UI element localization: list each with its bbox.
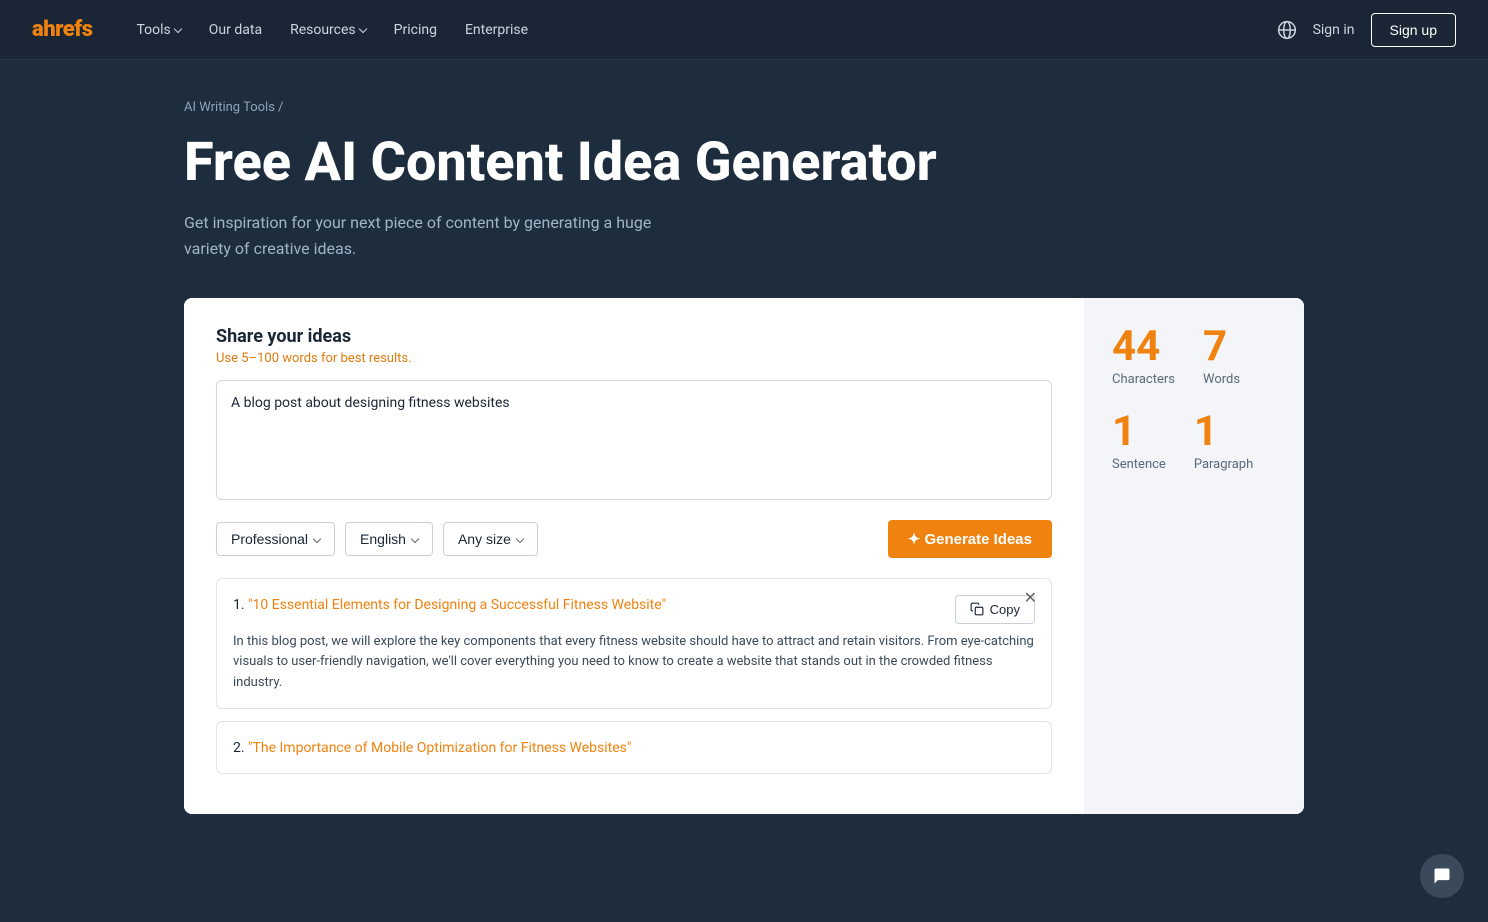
logo-text: hrefs [43,17,92,42]
logo-highlight: a [32,17,43,42]
nav-enterprise[interactable]: Enterprise [453,14,540,46]
sentences-value: 1 [1112,411,1166,453]
result-title-link[interactable]: "10 Essential Elements for Designing a S… [248,597,666,613]
breadcrumb: AI Writing Tools / [184,100,1304,115]
sign-up-button[interactable]: Sign up [1371,13,1456,47]
chat-bubble[interactable] [1420,854,1464,898]
result-title: 2. "The Importance of Mobile Optimizatio… [233,738,1035,759]
logo[interactable]: ahrefs [32,17,93,42]
nav-resources[interactable]: Resources [278,14,378,46]
result-title-link[interactable]: "The Importance of Mobile Optimization f… [248,740,631,756]
share-hint: Use 5–100 words for best results. [216,351,1052,366]
language-label: English [360,531,406,547]
stat-group-top: 44 Characters 7 Words [1112,326,1276,387]
nav-pricing[interactable]: Pricing [382,14,449,46]
nav-tools[interactable]: Tools [125,14,193,46]
sentences-label: Sentence [1112,457,1166,472]
paragraphs-stat: 1 Paragraph [1194,411,1253,472]
globe-icon[interactable] [1277,20,1297,40]
tone-dropdown[interactable]: Professional [216,522,335,556]
characters-label: Characters [1112,372,1175,387]
characters-stat: 44 Characters [1112,326,1175,387]
paragraphs-label: Paragraph [1194,457,1253,472]
sentences-stat: 1 Sentence [1112,411,1166,472]
tool-container: Share your ideas Use 5–100 words for bes… [184,298,1304,814]
chevron-down-icon [516,534,524,542]
words-label: Words [1203,372,1240,387]
size-label: Any size [458,531,511,547]
result-item: ✕ 1. "10 Essential Elements for Designin… [216,578,1052,709]
nav-links: Tools Our data Resources Pricing Enterpr… [125,14,1277,46]
share-title: Share your ideas [216,326,1052,347]
result-number: 1. [233,597,248,613]
result-header: 2. "The Importance of Mobile Optimizatio… [233,738,1035,759]
chevron-down-icon [174,24,182,32]
generate-button[interactable]: ✦ Generate Ideas [888,520,1052,558]
idea-textarea[interactable]: A blog post about designing fitness webs… [216,380,1052,500]
paragraphs-value: 1 [1194,411,1253,453]
tool-left-panel: Share your ideas Use 5–100 words for bes… [184,298,1084,814]
nav-our-data[interactable]: Our data [197,14,274,46]
page-title: Free AI Content Idea Generator [184,133,1304,192]
result-description: In this blog post, we will explore the k… [233,632,1035,694]
result-header: 1. "10 Essential Elements for Designing … [233,595,1035,624]
close-button[interactable]: ✕ [1020,589,1041,609]
language-dropdown[interactable]: English [345,522,433,556]
chevron-down-icon [313,534,321,542]
words-value: 7 [1203,326,1240,368]
sign-in-link[interactable]: Sign in [1313,22,1355,38]
tone-label: Professional [231,531,308,547]
nav-right: Sign in Sign up [1277,13,1456,47]
main-content: AI Writing Tools / Free AI Content Idea … [144,60,1344,814]
words-stat: 7 Words [1203,326,1240,387]
stat-group-bottom: 1 Sentence 1 Paragraph [1112,411,1276,472]
result-number: 2. [233,740,248,756]
hero-subtitle: Get inspiration for your next piece of c… [184,210,684,261]
result-item: 2. "The Importance of Mobile Optimizatio… [216,721,1052,774]
breadcrumb-link[interactable]: AI Writing Tools / [184,100,284,115]
chevron-down-icon [411,534,419,542]
results-area: ✕ 1. "10 Essential Elements for Designin… [216,578,1052,774]
size-dropdown[interactable]: Any size [443,522,538,556]
characters-value: 44 [1112,326,1175,368]
chevron-down-icon [358,24,366,32]
result-title: 1. "10 Essential Elements for Designing … [233,595,943,616]
copy-icon [970,602,984,616]
navbar: ahrefs Tools Our data Resources Pricing … [0,0,1488,60]
tool-right-panel: 44 Characters 7 Words 1 Sentence 1 Parag… [1084,298,1304,814]
controls-row: Professional English Any size ✦ Generate… [216,520,1052,558]
chat-icon [1432,866,1452,886]
copy-label: Copy [990,602,1020,617]
